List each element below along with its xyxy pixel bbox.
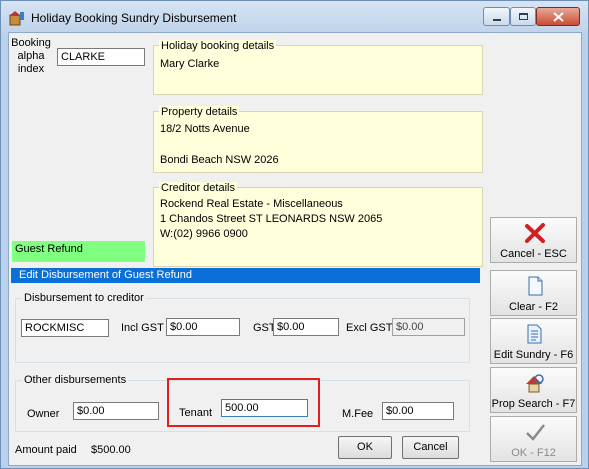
window-title: Holiday Booking Sundry Disbursement: [31, 11, 237, 25]
creditor-line-2: 1 Chandos Street ST LEONARDS NSW 2065: [160, 213, 383, 225]
close-icon: [553, 12, 564, 22]
edit-sundry-f6-button[interactable]: Edit Sundry - F6: [490, 318, 577, 364]
owner-input[interactable]: $0.00: [73, 402, 159, 420]
creditor-line-3: W:(02) 9966 0900: [160, 228, 248, 240]
creditor-details-title: Creditor details: [159, 182, 237, 194]
maximize-icon: [519, 13, 528, 20]
creditor-details-panel: Creditor details Rockend Real Estate - M…: [153, 182, 483, 267]
close-button[interactable]: [536, 7, 580, 26]
incl-gst-input[interactable]: $0.00: [166, 318, 240, 336]
clear-f2-label: Clear - F2: [509, 301, 558, 313]
property-details-title: Property details: [159, 106, 240, 118]
house-search-icon: [526, 374, 544, 393]
blank-page-icon: [528, 276, 543, 296]
property-address-line-1: 18/2 Notts Avenue: [160, 123, 250, 135]
property-address-line-3: Bondi Beach NSW 2026: [160, 154, 279, 166]
owner-label: Owner: [27, 408, 60, 420]
maximize-button[interactable]: [510, 7, 536, 26]
incl-gst-label: Incl GST: [121, 322, 164, 334]
dialog-client-area: Booking alpha index CLARKE Holiday booki…: [8, 32, 582, 466]
holiday-booking-line-1: Mary Clarke: [160, 58, 220, 70]
mfee-input[interactable]: $0.00: [382, 402, 454, 420]
cancel-esc-label: Cancel - ESC: [500, 248, 567, 260]
prop-search-f7-button[interactable]: Prop Search - F7: [490, 367, 577, 413]
booking-alpha-label: Booking alpha index: [11, 37, 51, 75]
section-header: Edit Disbursement of Guest Refund: [11, 268, 480, 283]
property-details-panel: Property details 18/2 Notts Avenue Bondi…: [153, 106, 483, 173]
ok-f12-button[interactable]: OK - F12: [490, 416, 577, 462]
creditor-line-1: Rockend Real Estate - Miscellaneous: [160, 198, 343, 210]
gst-input[interactable]: $0.00: [273, 318, 339, 336]
amount-paid-label: Amount paid: [15, 444, 77, 456]
prop-search-f7-label: Prop Search - F7: [491, 398, 576, 410]
edit-sundry-f6-label: Edit Sundry - F6: [493, 349, 574, 361]
document-icon: [527, 324, 542, 344]
creditor-code-input[interactable]: ROCKMISC: [21, 319, 109, 337]
holiday-booking-title: Holiday booking details: [159, 40, 277, 52]
dialog-window: Holiday Booking Sundry Disbursement Book…: [0, 0, 589, 469]
cancel-esc-button[interactable]: Cancel - ESC: [490, 217, 577, 263]
cancel-button[interactable]: Cancel: [402, 436, 459, 459]
ok-f12-label: OK - F12: [511, 447, 556, 459]
other-disbursements-title: Other disbursements: [22, 374, 129, 386]
booking-alpha-input[interactable]: CLARKE: [57, 48, 145, 66]
disbursement-to-creditor-group: Disbursement to creditor ROCKMISC Incl G…: [15, 292, 470, 363]
holiday-booking-panel: Holiday booking details Mary Clarke: [153, 40, 483, 95]
tenant-label: Tenant: [179, 407, 213, 419]
checkmark-icon: [526, 424, 545, 441]
amount-paid-value: $500.00: [91, 444, 131, 456]
app-icon: [9, 11, 24, 26]
mfee-label: M.Fee: [342, 408, 374, 420]
clear-f2-button[interactable]: Clear - F2: [490, 270, 577, 316]
ok-button[interactable]: OK: [338, 436, 392, 459]
guest-refund-label: Guest Refund: [12, 241, 145, 262]
minimize-button[interactable]: [483, 7, 510, 26]
title-bar[interactable]: Holiday Booking Sundry Disbursement: [1, 1, 588, 33]
excl-gst-input: $0.00: [392, 318, 465, 336]
red-x-icon: [525, 223, 545, 243]
tenant-input[interactable]: 500.00: [221, 399, 308, 417]
minimize-icon: [493, 19, 501, 21]
excl-gst-label: Excl GST: [346, 322, 393, 334]
disbursement-group-title: Disbursement to creditor: [22, 292, 146, 304]
